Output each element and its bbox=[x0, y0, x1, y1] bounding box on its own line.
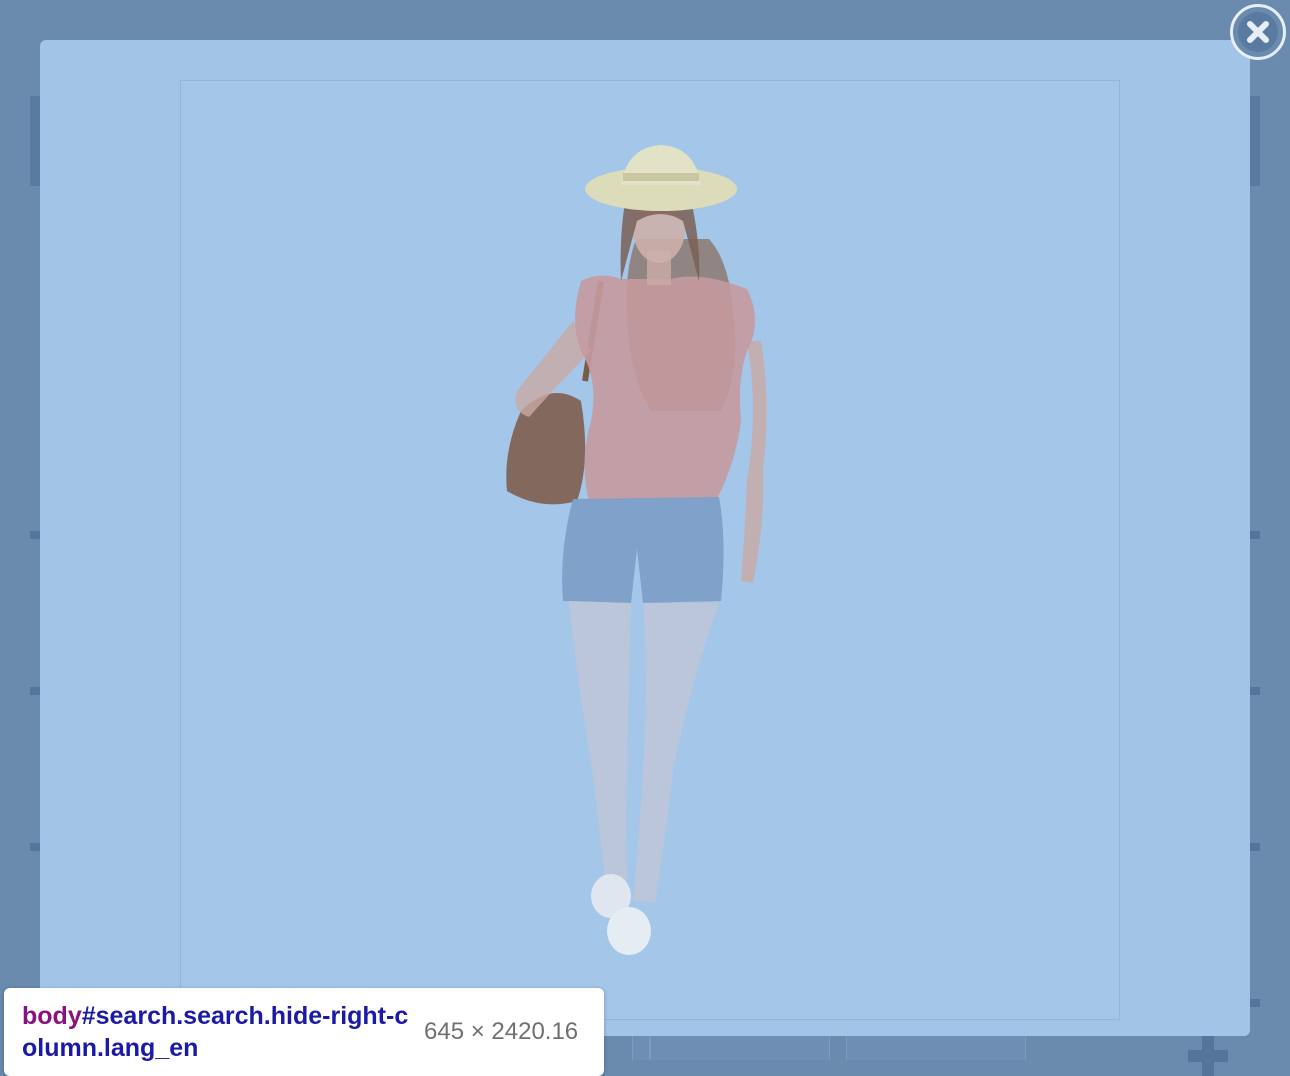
dimmed-divider-mark bbox=[30, 531, 40, 539]
dimmed-divider-mark bbox=[1250, 687, 1260, 695]
inspect-element-tooltip: body#search.search.hide-right-column.lan… bbox=[4, 988, 604, 1076]
dimmed-divider-mark bbox=[1250, 843, 1260, 851]
close-modal-button[interactable] bbox=[1230, 4, 1286, 60]
dimmed-divider-mark bbox=[30, 843, 40, 851]
element-dimensions: 645 × 2420.16 bbox=[424, 1018, 579, 1045]
model-photo bbox=[506, 145, 767, 955]
dimmed-divider-mark bbox=[30, 687, 40, 695]
close-x-glyph bbox=[1247, 21, 1269, 43]
dimmed-divider-mark bbox=[1250, 999, 1260, 1007]
selector-tag: body bbox=[22, 1002, 82, 1030]
image-frame bbox=[180, 80, 1120, 1020]
element-selector: body#search.search.hide-right-column.lan… bbox=[22, 1000, 412, 1064]
image-preview-modal bbox=[40, 40, 1250, 1036]
dimmed-divider-mark bbox=[1250, 531, 1260, 539]
dimmed-plus-icon bbox=[1188, 1036, 1228, 1076]
